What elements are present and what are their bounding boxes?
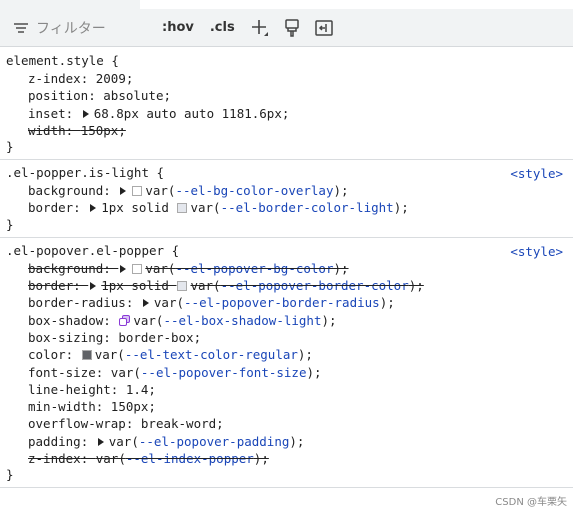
css-declaration[interactable]: z-index: var(--el-index-popper); (6, 450, 567, 467)
css-value[interactable]: absolute; (103, 88, 171, 103)
css-property[interactable]: background (28, 183, 103, 198)
filter-box[interactable]: フィルター (14, 14, 150, 42)
css-property[interactable]: min-width (28, 399, 96, 414)
top-strip (0, 0, 573, 9)
color-swatch-icon[interactable] (177, 281, 188, 292)
css-value[interactable]: var(--el-popover-font-size); (111, 365, 322, 380)
css-property[interactable]: z-index (28, 451, 81, 466)
css-declaration[interactable]: border: 1px solid var(--el-popover-borde… (6, 277, 567, 294)
css-value[interactable]: border-box; (118, 330, 201, 345)
watermark: CSDN @车栗矢 (495, 497, 567, 508)
css-value[interactable]: var(--el-border-color-light); (190, 200, 408, 215)
css-value[interactable]: var(--el-box-shadow-light); (133, 313, 336, 328)
expand-triangle-icon[interactable] (90, 204, 97, 213)
css-declaration[interactable]: position: absolute; (6, 87, 567, 104)
css-property[interactable]: z-index (28, 71, 81, 86)
rule-selector[interactable]: .el-popover.el-popper { (6, 243, 179, 258)
styles-toolbar: フィルター :hov .cls (0, 9, 573, 47)
expand-triangle-icon[interactable] (142, 299, 149, 308)
filter-placeholder: フィルター (36, 20, 106, 37)
css-declaration[interactable]: background: var(--el-popover-bg-color); (6, 260, 567, 277)
css-property[interactable]: overflow-wrap (28, 416, 126, 431)
css-declaration[interactable]: border-radius: var(--el-popover-border-r… (6, 294, 567, 311)
shadow-editor-icon[interactable] (119, 314, 131, 326)
rule-close-brace: } (6, 216, 14, 232)
tab-edge (0, 0, 140, 9)
css-property[interactable]: font-size (28, 365, 96, 380)
hov-button[interactable]: :hov (158, 20, 198, 35)
expand-triangle-icon[interactable] (120, 187, 127, 196)
expand-triangle-icon[interactable] (82, 109, 89, 118)
style-rule: .el-popper.is-light { <style> background: … (0, 160, 573, 238)
css-value[interactable]: var(--el-popover-border-color); (190, 278, 423, 293)
css-declaration[interactable]: box-shadow: var(--el-box-shadow-light); (6, 312, 567, 329)
css-property[interactable]: color (28, 347, 66, 362)
css-value[interactable]: var(--el-index-popper); (96, 451, 269, 466)
computed-sidebar-icon[interactable] (313, 17, 335, 39)
cls-button[interactable]: .cls (206, 20, 239, 35)
css-property[interactable]: width (28, 123, 66, 138)
new-rule-icon[interactable] (249, 17, 271, 39)
color-swatch-icon[interactable] (81, 350, 92, 361)
color-swatch-icon[interactable] (132, 186, 143, 197)
expand-triangle-icon[interactable] (120, 264, 127, 273)
rule-selector[interactable]: element.style { (6, 53, 119, 68)
expand-triangle-icon[interactable] (90, 282, 97, 291)
css-property[interactable]: border-radius (28, 295, 126, 310)
css-value[interactable]: var(--el-text-color-regular); (95, 347, 313, 362)
css-value[interactable]: 150px; (81, 123, 126, 138)
css-property[interactable]: inset (28, 106, 66, 121)
css-property[interactable]: box-sizing (28, 330, 103, 345)
css-declaration[interactable]: inset: 68.8px auto auto 1181.6px; (6, 105, 567, 122)
rule-source-link[interactable]: <style> (510, 166, 563, 181)
css-value[interactable]: 2009; (96, 71, 134, 86)
rule-selector[interactable]: .el-popper.is-light { (6, 165, 164, 180)
rule-close-brace: } (6, 467, 14, 483)
css-declaration[interactable]: font-size: var(--el-popover-font-size); (6, 364, 567, 381)
css-property[interactable]: border (28, 278, 73, 293)
rule-source-link[interactable]: <style> (510, 244, 563, 259)
css-declaration[interactable]: color: var(--el-text-color-regular); (6, 346, 567, 363)
css-declaration[interactable]: z-index: 2009; (6, 70, 567, 87)
css-property[interactable]: background (28, 261, 103, 276)
css-declaration[interactable]: width: 150px; (6, 122, 567, 139)
style-rule: element.style { z-index: 2009; position: a… (0, 48, 573, 161)
css-value[interactable]: 68.8px auto auto 1181.6px; (94, 106, 290, 121)
css-property[interactable]: padding (28, 434, 81, 449)
css-declaration[interactable]: background: var(--el-bg-color-overlay); (6, 182, 567, 199)
rule-close-brace: } (6, 139, 14, 155)
color-swatch-icon[interactable] (132, 263, 143, 274)
css-value[interactable]: break-word; (141, 416, 224, 431)
css-value[interactable]: var(--el-popover-border-radius); (154, 295, 395, 310)
color-swatch-icon[interactable] (177, 203, 188, 214)
css-value[interactable]: var(--el-popover-padding); (109, 434, 305, 449)
expand-triangle-icon[interactable] (97, 437, 104, 446)
css-declaration[interactable]: padding: var(--el-popover-padding); (6, 433, 567, 450)
css-declaration[interactable]: box-sizing: border-box; (6, 329, 567, 346)
css-value[interactable]: 1.4; (126, 382, 156, 397)
css-property[interactable]: line-height (28, 382, 111, 397)
css-declaration[interactable]: line-height: 1.4; (6, 381, 567, 398)
css-value[interactable]: 150px; (111, 399, 156, 414)
style-rules: element.style { z-index: 2009; position: a… (0, 48, 573, 489)
css-declaration[interactable]: border: 1px solid var(--el-border-color-… (6, 199, 567, 216)
paint-bucket-icon[interactable] (281, 17, 303, 39)
css-declaration[interactable]: overflow-wrap: break-word; (6, 415, 567, 432)
css-property[interactable]: border (28, 200, 73, 215)
style-rule: .el-popover.el-popper {<style> background… (0, 237, 573, 489)
css-property[interactable]: box-shadow (28, 313, 103, 328)
filter-icon (14, 22, 30, 34)
css-value[interactable]: var(--el-bg-color-overlay); (145, 183, 348, 198)
css-property[interactable]: position (28, 88, 88, 103)
css-value[interactable]: var(--el-popover-bg-color); (145, 261, 348, 276)
css-declaration[interactable]: min-width: 150px; (6, 398, 567, 415)
